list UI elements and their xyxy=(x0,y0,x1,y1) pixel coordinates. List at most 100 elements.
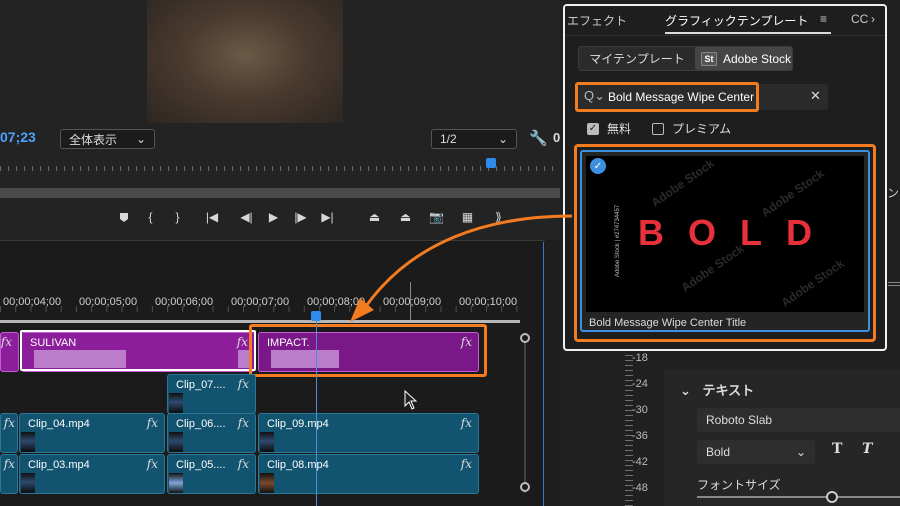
zoom-fit-dropdown[interactable]: 全体表示 ⌄ xyxy=(60,129,155,149)
stock-id-text: Adobe Stock | #274734457 xyxy=(615,204,622,278)
tab-effects[interactable]: エフェクト xyxy=(567,12,627,29)
ruler-label: 00;00;06;00 xyxy=(155,296,214,308)
resolution-label: 1/2 xyxy=(440,132,457,146)
graphic-clip-sulivan[interactable]: SULIVAN fx xyxy=(21,332,255,372)
ruler-label: 00;00;05;00 xyxy=(79,296,138,308)
clip-name: Clip_07.... xyxy=(176,379,226,391)
filter-label: プレミアム xyxy=(672,122,732,136)
adobe-stock-button[interactable]: St Adobe Stock xyxy=(695,47,792,70)
font-weight-dropdown[interactable]: Bold ⌄ xyxy=(697,440,815,464)
source-toggle: マイテンプレート St Adobe Stock xyxy=(578,46,793,71)
template-title: Bold Message Wipe Center Title xyxy=(589,317,747,329)
font-family-field[interactable]: Roboto Slab xyxy=(697,408,900,432)
fx-badge: fx xyxy=(460,457,472,471)
monitor-time-ruler[interactable] xyxy=(0,158,560,178)
step-forward-icon[interactable]: |▶ xyxy=(287,206,314,228)
go-to-out-icon[interactable]: ▶| xyxy=(314,206,341,228)
drag-arrow-icon xyxy=(350,214,573,322)
bold-style-button[interactable]: T xyxy=(832,441,842,457)
fx-badge: fx xyxy=(237,416,249,430)
selected-check-icon: ✓ xyxy=(590,158,606,174)
chevron-down-icon: ⌄ xyxy=(135,132,146,146)
clip-thumbnail xyxy=(21,473,35,493)
clip-thumbnail xyxy=(169,432,183,452)
search-field: Q⌄ ✕ xyxy=(578,84,828,110)
ruler-label: 00;00;07;00 xyxy=(231,296,290,308)
template-result-card[interactable]: Adobe Stock Adobe Stock Adobe Stock Adob… xyxy=(580,150,870,332)
essential-graphics-panel: エフェクト グラフィックテンプレート ≡ CC › マイテンプレート St Ad… xyxy=(563,4,887,351)
db-label: -48 xyxy=(632,482,648,494)
clip-thumbnail xyxy=(169,473,183,493)
video-clip[interactable]: Clip_05.... fx xyxy=(167,454,256,494)
watermark-text: Adobe Stock xyxy=(778,256,847,310)
section-title: テキスト xyxy=(702,383,755,398)
checkbox-checked-icon[interactable]: ✓ xyxy=(587,122,599,135)
scrollbar-bottom-handle[interactable] xyxy=(520,482,530,492)
clip-thumbnail xyxy=(260,473,274,493)
clip-thumbnail xyxy=(21,432,35,452)
go-to-in-icon[interactable]: |◀ xyxy=(191,206,233,228)
partial-text: ン xyxy=(887,186,900,200)
video-clip[interactable]: Clip_08.mp4 fx xyxy=(258,454,479,494)
monitor-playhead[interactable] xyxy=(486,158,496,168)
video-clip[interactable]: Clip_04.mp4 fx xyxy=(19,413,165,453)
mark-out-icon[interactable]: } xyxy=(164,206,191,228)
playhead-line xyxy=(316,320,317,506)
chevron-right-icon[interactable]: › xyxy=(871,12,875,26)
fx-badge: fx xyxy=(146,457,158,471)
checkbox-icon[interactable] xyxy=(652,122,664,135)
clip-name: Clip_03.mp4 xyxy=(28,459,90,471)
tab-cc[interactable]: CC xyxy=(851,12,868,26)
text-section-header[interactable]: ⌄ テキスト xyxy=(680,380,754,399)
monitor-zoom-bar[interactable] xyxy=(0,188,560,198)
search-icon[interactable]: Q⌄ xyxy=(584,88,605,104)
template-thumbnail: Adobe Stock Adobe Stock Adobe Stock Adob… xyxy=(586,156,864,312)
video-clip[interactable]: Clip_03.mp4 fx xyxy=(19,454,165,494)
wrench-icon[interactable]: 🔧 xyxy=(529,129,548,147)
db-label: -30 xyxy=(632,404,648,416)
video-clip[interactable]: fx xyxy=(0,454,18,494)
chevron-down-icon: ⌄ xyxy=(680,383,691,398)
search-input[interactable] xyxy=(608,88,798,106)
premiere-window: 07;23 全体表示 ⌄ 1/2 ⌄ 🔧 0 { } |◀ ◀| ▶ |▶ ▶|… xyxy=(0,0,900,506)
mark-in-icon[interactable]: { xyxy=(137,206,164,228)
video-clip[interactable]: Clip_09.mp4 fx xyxy=(258,413,479,453)
panel-menu-icon[interactable]: ≡ xyxy=(820,12,827,26)
scrollbar-top-handle[interactable] xyxy=(520,333,530,343)
font-size-slider[interactable] xyxy=(697,496,900,498)
adobe-stock-label: Adobe Stock xyxy=(723,51,792,66)
video-clip[interactable]: Clip_07.... fx xyxy=(167,374,256,414)
fx-badge: fx xyxy=(146,416,158,430)
clip-name: Clip_09.mp4 xyxy=(267,418,329,430)
step-back-icon[interactable]: ◀| xyxy=(233,206,260,228)
timecode-display[interactable]: 07;23 xyxy=(0,129,36,145)
chevron-down-icon: ⌄ xyxy=(795,445,806,459)
video-clip[interactable]: Clip_06.... fx xyxy=(167,413,256,453)
my-templates-button[interactable]: マイテンプレート xyxy=(579,47,695,70)
graphic-clip[interactable]: fx xyxy=(0,332,19,372)
drop-target-highlight xyxy=(249,324,487,377)
playback-resolution-dropdown[interactable]: 1/2 ⌄ xyxy=(431,129,517,149)
clip-thumbnail xyxy=(34,350,126,368)
tab-graphic-templates[interactable]: グラフィックテンプレート xyxy=(665,12,808,29)
filter-free[interactable]: ✓ 無料 xyxy=(587,120,631,137)
fx-badge: fx xyxy=(460,416,472,430)
filter-premium[interactable]: プレミアム xyxy=(652,120,731,137)
video-preview xyxy=(147,0,343,123)
italic-style-button[interactable]: T xyxy=(862,441,872,457)
marker-icon[interactable] xyxy=(110,206,137,228)
fx-badge: fx xyxy=(237,377,249,391)
panel-tabs: エフェクト グラフィックテンプレート ≡ CC › xyxy=(565,6,885,36)
scrollbar-track xyxy=(524,333,526,493)
play-icon[interactable]: ▶ xyxy=(260,206,287,228)
fx-badge: fx xyxy=(237,457,249,471)
video-clip[interactable]: fx xyxy=(0,413,18,453)
font-size-slider-handle[interactable] xyxy=(826,491,838,503)
clip-thumbnail xyxy=(169,393,183,413)
clear-icon[interactable]: ✕ xyxy=(810,88,821,104)
font-weight-label: Bold xyxy=(706,445,731,459)
clip-thumbnail xyxy=(260,432,274,452)
active-tab-indicator xyxy=(665,32,831,34)
divider xyxy=(888,282,900,283)
timeline-vertical-scrollbar[interactable] xyxy=(520,333,530,493)
